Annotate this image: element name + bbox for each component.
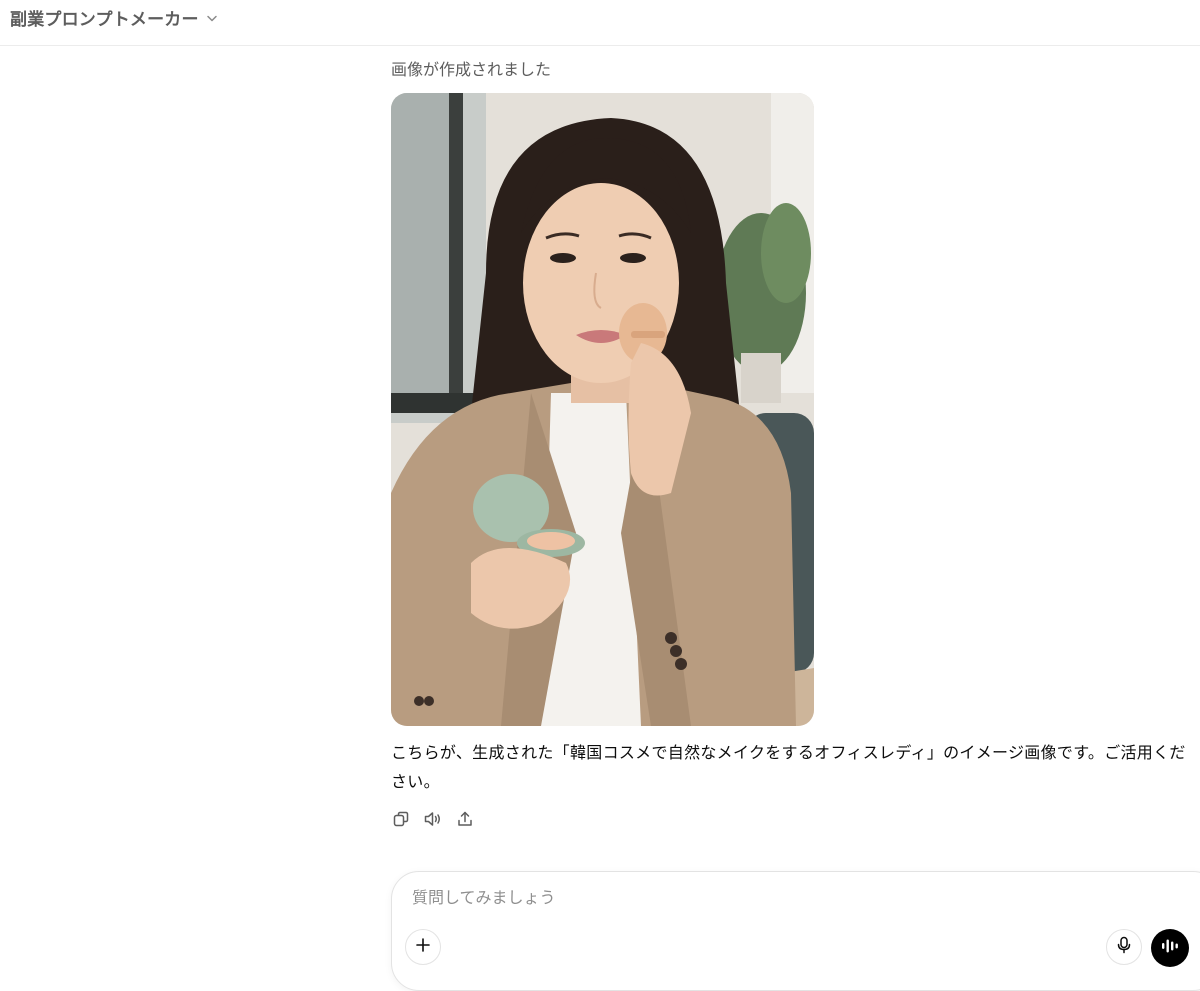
voice-mode-icon <box>1160 937 1180 959</box>
dictate-button[interactable] <box>1106 929 1142 965</box>
message-actions <box>390 810 476 832</box>
assistant-reply-text: こちらが、生成された「韓国コスメで自然なメイクをするオフィスレディ」のイメージ画… <box>391 743 1186 791</box>
copy-icon <box>392 810 410 832</box>
model-name: 副業プロンプトメーカー <box>10 9 199 30</box>
voice-mode-button[interactable] <box>1151 929 1189 967</box>
share-button[interactable] <box>454 810 476 832</box>
add-attachment-button[interactable] <box>405 929 441 965</box>
prompt-input[interactable] <box>412 888 1012 907</box>
top-bar: 副業プロンプトメーカー <box>0 0 1200 46</box>
chevron-down-icon <box>205 10 219 24</box>
share-icon <box>456 810 474 832</box>
composer <box>391 871 1200 991</box>
copy-button[interactable] <box>390 810 412 832</box>
read-aloud-button[interactable] <box>422 810 444 832</box>
plus-icon <box>415 937 431 957</box>
generated-image[interactable] <box>391 93 814 726</box>
speaker-icon <box>423 810 443 832</box>
generated-image-illustration <box>391 93 814 726</box>
model-switcher[interactable]: 副業プロンプトメーカー <box>10 6 219 30</box>
image-created-status: 画像が作成されました <box>391 60 552 79</box>
